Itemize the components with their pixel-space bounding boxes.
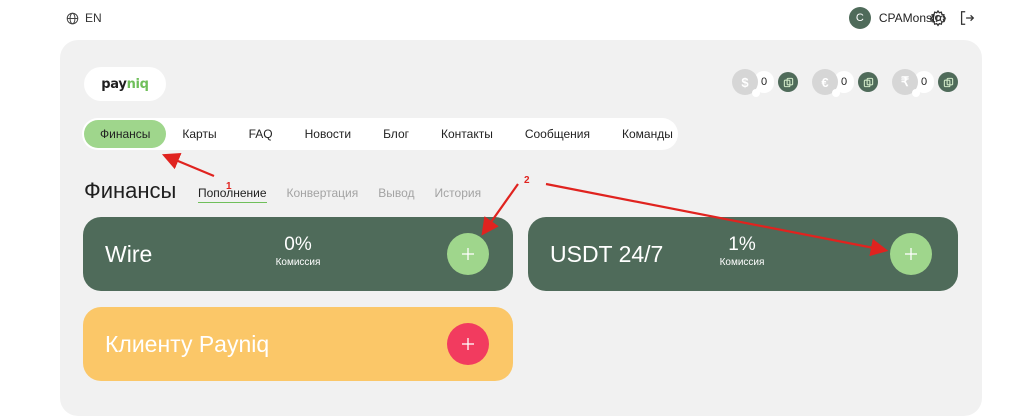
copy-icon[interactable]	[938, 72, 958, 92]
copy-icon[interactable]	[778, 72, 798, 92]
plus-icon	[905, 248, 917, 260]
balance-usd: $ 0	[732, 69, 798, 97]
card-usdt[interactable]: USDT 24/7 1% Комиссия	[528, 217, 958, 291]
plus-icon	[462, 248, 474, 260]
subtab-withdraw[interactable]: Вывод	[378, 186, 414, 203]
add-client-payniq-button[interactable]	[447, 323, 489, 365]
fee-value: 0%	[284, 234, 312, 255]
annotation-label-2: 2	[524, 175, 530, 186]
copy-icon[interactable]	[858, 72, 878, 92]
page-title: Финансы	[84, 178, 177, 203]
avatar: C	[848, 7, 871, 29]
subtab-deposit[interactable]: Пополнение	[198, 186, 267, 203]
subtab-history[interactable]: История	[435, 186, 482, 203]
language-switcher[interactable]: EN	[66, 11, 102, 25]
nav-item-teams[interactable]: Команды	[606, 120, 689, 148]
add-wire-button[interactable]	[447, 233, 489, 275]
gear-icon[interactable]	[929, 9, 947, 27]
nav-item-news[interactable]: Новости	[289, 120, 367, 148]
card-client-payniq[interactable]: Клиенту Payniq	[83, 307, 513, 381]
nav-item-cards[interactable]: Карты	[166, 120, 232, 148]
nav-item-contacts[interactable]: Контакты	[425, 120, 509, 148]
fee-label: Комиссия	[275, 257, 321, 268]
finance-subtabs: Пополнение Конвертация Вывод История	[198, 186, 481, 203]
rupee-icon: ₹	[892, 69, 920, 97]
plus-icon	[462, 338, 474, 350]
fee-value: 1%	[728, 234, 756, 255]
card-name: Wire	[105, 240, 153, 267]
dollar-icon: $	[732, 69, 760, 97]
add-usdt-button[interactable]	[890, 233, 932, 275]
payniq-logo[interactable]: pay niq	[84, 67, 166, 101]
globe-icon	[66, 12, 79, 24]
card-wire[interactable]: Wire 0% Комиссия	[83, 217, 513, 291]
annotation-label-1: 1	[226, 181, 232, 192]
nav-item-blog[interactable]: Блог	[367, 120, 425, 148]
card-name: USDT 24/7	[550, 240, 664, 267]
logout-icon[interactable]	[958, 9, 976, 27]
top-bar: EN C CPAMonstro	[0, 0, 1024, 38]
balance-eur: € 0	[812, 69, 878, 97]
fee-block: 0% Комиссия	[258, 234, 338, 270]
nav-item-messages[interactable]: Сообщения	[509, 120, 606, 148]
fee-label: Комиссия	[719, 257, 765, 268]
card-name: Клиенту Payniq	[105, 330, 270, 357]
euro-icon: €	[812, 69, 840, 97]
language-label: EN	[85, 11, 102, 25]
main-nav: Финансы Карты FAQ Новости Блог Контакты …	[82, 118, 678, 150]
fee-block: 1% Комиссия	[702, 234, 782, 270]
nav-item-faq[interactable]: FAQ	[233, 120, 289, 148]
balances: $ 0 € 0 ₹ 0	[732, 69, 958, 97]
subtab-conversion[interactable]: Конвертация	[287, 186, 359, 203]
nav-item-finance[interactable]: Финансы	[84, 120, 167, 148]
balance-inr: ₹ 0	[892, 69, 958, 97]
